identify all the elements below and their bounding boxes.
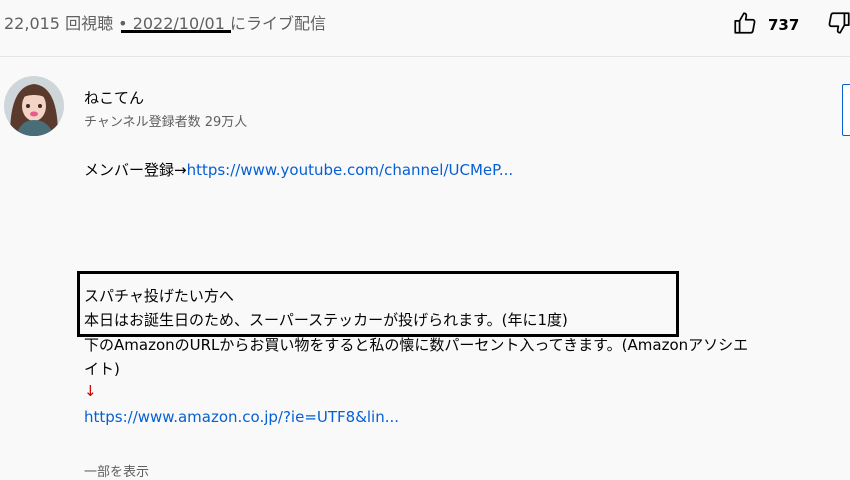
- channel-avatar[interactable]: [4, 76, 64, 136]
- subscriber-count: チャンネル登録者数 29万人: [84, 115, 248, 130]
- divider: [0, 56, 850, 57]
- thumb-up-icon: [732, 10, 758, 40]
- show-less-button[interactable]: 一部を表示: [84, 461, 149, 480]
- view-count: 22,015 回視聴: [4, 14, 114, 33]
- amazon-note-line2: イト): [84, 360, 120, 378]
- amazon-note-line1: 下のAmazonのURLからお買い物をすると私の懐に数パーセント入ってきます。(…: [84, 336, 749, 354]
- member-prefix: メンバー登録→: [84, 161, 187, 179]
- dislike-button[interactable]: [826, 10, 850, 40]
- member-line: メンバー登録→https://www.youtube.com/channel/U…: [84, 159, 513, 180]
- down-arrow-glyph: ↓: [84, 382, 97, 400]
- amazon-link-line: https://www.amazon.co.jp/?ie=UTF8&lin...: [84, 408, 399, 426]
- like-count: 737: [768, 16, 800, 34]
- thumb-down-icon: [826, 12, 850, 40]
- date-underline-annotation: [121, 30, 231, 33]
- amazon-link[interactable]: https://www.amazon.co.jp/?ie=UTF8&lin...: [84, 408, 399, 426]
- member-link[interactable]: https://www.youtube.com/channel/UCMeP...: [187, 161, 514, 179]
- channel-name[interactable]: ねこてん: [84, 87, 144, 108]
- superchat-title: スパチャ投げたい方へ: [84, 287, 234, 305]
- superchat-note: 本日はお誕生日のため、スーパーステッカーが投げられます。(年に1度): [84, 311, 568, 329]
- stream-suffix: にライブ配信: [224, 14, 326, 33]
- like-button[interactable]: 737: [732, 10, 799, 40]
- subscribe-button[interactable]: [842, 84, 850, 136]
